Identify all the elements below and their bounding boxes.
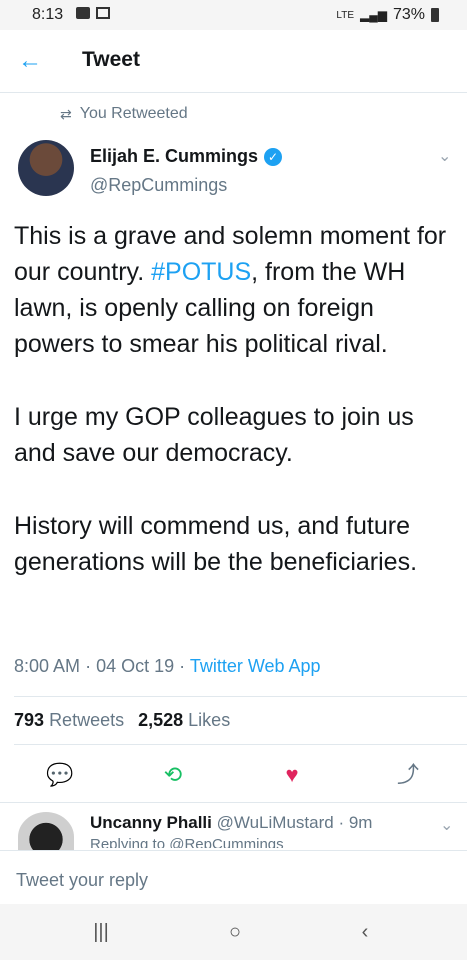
divider [14,744,467,745]
signal-icon: ▂▄▆ [360,8,387,22]
reply-author-name[interactable]: Uncanny Phalli [90,813,212,832]
tweet-source-link[interactable]: Twitter Web App [190,656,321,676]
author-name-row[interactable]: Elijah E. Cummings ✓ [90,146,283,167]
recent-apps-icon[interactable]: ||| [86,918,116,946]
retweet-small-icon: ⇄ [60,105,72,122]
retweet-notice: ⇄ You Retweeted [60,105,188,123]
divider [0,802,467,803]
tweet-stats: 793 Retweets 2,528 Likes [14,710,230,731]
status-time: 8:13 [32,6,64,23]
tweet-body: This is a grave and solemn moment for ou… [14,218,459,617]
network-type: LTE [336,9,354,21]
hashtag-link[interactable]: #POTUS [151,258,251,286]
tweet-paragraph-2: I urge my GOP colleagues to join us and … [14,403,414,467]
likes-stat[interactable]: 2,528 Likes [138,710,230,731]
divider [14,696,467,697]
message-notification-icon [76,7,90,19]
reply-input[interactable] [14,865,448,895]
home-icon[interactable]: ○ [220,918,250,946]
like-heart-icon[interactable]: ♥ [276,759,308,791]
reply-author-row[interactable]: Uncanny Phalli @WuLiMustard · 9m [90,813,372,833]
reply-menu-chevron-icon[interactable]: ⌄ [440,815,453,835]
retweets-stat[interactable]: 793 Retweets [14,710,124,731]
share-icon[interactable]: ⤴ [392,759,424,791]
tweet-paragraph-3: History will commend us, and future gene… [14,512,418,576]
tweet-actions: 💬 ⟲ ♥ ⤴ [0,757,467,793]
reply-age: 9m [348,813,373,832]
page-title: Tweet [82,48,140,71]
android-nav-bar: ||| ○ ‹ [0,904,467,960]
reply-composer [0,850,467,905]
retweet-notice-text: You Retweeted [79,105,188,122]
author-handle[interactable]: @RepCummings [90,175,227,196]
verified-badge-icon: ✓ [264,147,283,166]
back-nav-icon[interactable]: ‹ [350,918,380,946]
tweet-date: 04 Oct 19 [96,656,175,676]
tweet-meta: 8:00 AM · 04 Oct 19 · Twitter Web App [14,656,321,676]
battery-icon [431,8,439,22]
tweet-time: 8:00 AM [14,656,81,676]
reply-author-handle[interactable]: @WuLiMustard [217,813,334,832]
mail-notification-icon [96,7,110,19]
battery-level: 73% [392,6,425,23]
retweet-icon[interactable]: ⟲ [157,759,189,791]
tweet-menu-chevron-icon[interactable]: ⌄ [438,146,451,166]
tweet-paragraph-1: This is a grave and solemn moment for ou… [14,222,447,358]
reply-icon[interactable]: 💬 [44,759,76,791]
app-header: ← Tweet [0,30,467,93]
status-bar: 8:13 LTE ▂▄▆ 73% [0,0,467,30]
author-avatar[interactable] [18,140,74,196]
back-arrow-icon[interactable]: ← [18,48,44,74]
author-name[interactable]: Elijah E. Cummings [90,146,258,167]
reply-context: Replying to @RepCummings [90,836,284,848]
